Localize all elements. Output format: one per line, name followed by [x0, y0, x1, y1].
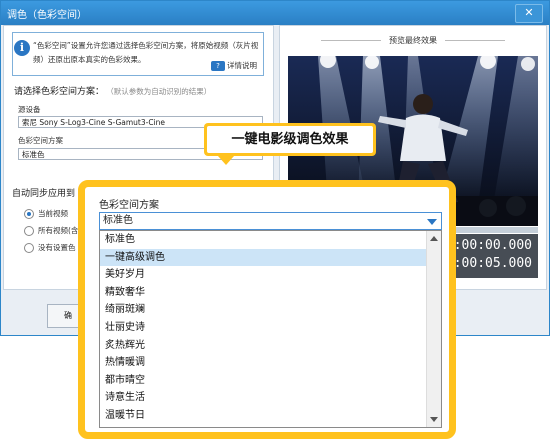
select-value: 标准色	[103, 215, 133, 226]
dropdown-option[interactable]: 诗意生活	[100, 389, 426, 407]
title-bar: 调色（色彩空间） ✕	[1, 1, 549, 25]
callout-pointer	[218, 156, 234, 165]
scroll-down-icon[interactable]	[430, 417, 438, 422]
callout-text: 一键电影级调色效果	[207, 126, 373, 153]
preview-title: 预览最终效果	[280, 35, 546, 46]
dropdown-option[interactable]: 都市晴空	[100, 372, 426, 390]
scroll-up-icon[interactable]	[430, 236, 438, 241]
color-space-select[interactable]: 标准色	[99, 212, 442, 230]
dropdown-title: 色彩空间方案	[99, 200, 159, 211]
radio-indicator	[24, 226, 34, 236]
dropdown-option[interactable]: 标准色	[100, 231, 426, 249]
radio-unset-videos[interactable]: 没有设置色	[24, 242, 76, 253]
help-icon: ?	[211, 61, 225, 71]
dropdown-scrollbar[interactable]	[426, 231, 441, 427]
color-space-heading: 请选择色彩空间方案： （默认参数为自动识别的结果）	[14, 87, 212, 97]
dropdown-option[interactable]: 绮丽斑斓	[100, 301, 426, 319]
radio-indicator	[24, 209, 34, 219]
sync-heading: 自动同步应用到	[12, 189, 76, 199]
radio-indicator	[24, 243, 34, 253]
info-icon: i	[14, 40, 30, 56]
source-device-label: 源设备	[18, 105, 41, 114]
color-space-dropdown-zoom: 色彩空间方案 标准色 标准色 一键高级调色 美好岁月 精致奢华 绮丽斑斓 壮丽史…	[78, 180, 456, 439]
default-hint: （默认参数为自动识别的结果）	[110, 87, 212, 96]
window-title: 调色（色彩空间）	[7, 10, 87, 21]
dropdown-option[interactable]: 壮丽史诗	[100, 319, 426, 337]
dropdown-option[interactable]: 温暖节日	[100, 407, 426, 425]
dropdown-option[interactable]: 一键高级调色	[100, 248, 426, 267]
scheme-label: 色彩空间方案	[18, 136, 63, 145]
close-button[interactable]: ✕	[515, 4, 543, 23]
dropdown-option[interactable]: 炙热辉光	[100, 337, 426, 355]
radio-current-video[interactable]: 当前视频	[24, 208, 68, 219]
help-label: 详情说明	[227, 61, 257, 70]
dropdown-option[interactable]: 精致奢华	[100, 284, 426, 302]
dropdown-option[interactable]: 热情暖调	[100, 354, 426, 372]
radio-all-videos[interactable]: 所有视频(含	[24, 225, 78, 236]
dropdown-list: 标准色 一键高级调色 美好岁月 精致奢华 绮丽斑斓 壮丽史诗 炙热辉光 热情暖调…	[99, 230, 442, 428]
info-box: i “色彩空间”设置允许您通过选择色彩空间方案，将原始视频（灰片视频）还原出原本…	[12, 32, 264, 76]
help-link[interactable]: ? 详情说明	[211, 60, 257, 71]
feature-callout: 一键电影级调色效果	[204, 123, 376, 165]
dropdown-option[interactable]: 美好岁月	[100, 266, 426, 284]
chevron-down-icon[interactable]	[427, 219, 437, 225]
